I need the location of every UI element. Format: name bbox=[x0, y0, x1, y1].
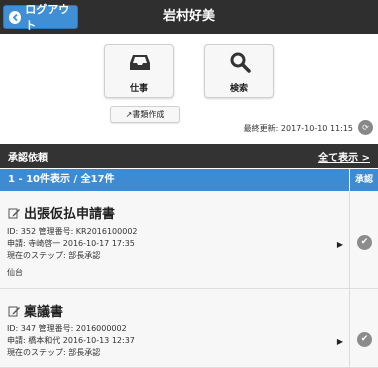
item-id: ID: 352 管理番号: KR2016100002 bbox=[7, 227, 138, 236]
item-step: 現在のステップ: 部長承認 bbox=[7, 348, 101, 357]
search-icon bbox=[230, 52, 251, 73]
edit-icon bbox=[8, 306, 20, 316]
item-id: ID: 347 管理番号: 2016000002 bbox=[7, 324, 127, 333]
approve-column-header: 承認 bbox=[349, 169, 378, 191]
item-title-text: 稟議書 bbox=[24, 305, 64, 320]
logout-icon bbox=[9, 10, 22, 24]
work-label: 仕事 bbox=[129, 84, 148, 94]
list-item[interactable]: 出張仮払申請書 ID: 352 管理番号: KR2016100002 申請: 寺… bbox=[0, 191, 349, 289]
item-title-text: 出張仮払申請書 bbox=[24, 207, 116, 222]
refresh-button[interactable]: ⟳ bbox=[358, 120, 373, 135]
chevron-right-icon: ▶ bbox=[336, 337, 343, 346]
approve-cell: ✔ bbox=[349, 289, 378, 368]
show-all-link[interactable]: 全て表示 > bbox=[318, 149, 370, 164]
create-document-button[interactable]: ↗書類作成 bbox=[110, 106, 180, 123]
item-count: 1 - 10件表示 / 全17件 bbox=[0, 169, 349, 191]
work-button[interactable]: 仕事 bbox=[104, 44, 174, 98]
section-title: 承認依頼 bbox=[8, 153, 48, 164]
chevron-right-icon: ▶ bbox=[336, 240, 343, 249]
item-note: 仙台 bbox=[7, 268, 23, 277]
approve-check-button[interactable]: ✔ bbox=[357, 235, 372, 250]
refresh-icon: ⟳ bbox=[362, 123, 369, 132]
item-step: 現在のステップ: 部長承認 bbox=[7, 251, 101, 260]
search-label: 検索 bbox=[229, 84, 248, 94]
logout-button[interactable]: ログアウト bbox=[3, 3, 78, 32]
create-document-label: 書類作成 bbox=[132, 110, 165, 119]
approve-check-button[interactable]: ✔ bbox=[357, 332, 372, 347]
item-title: 出張仮払申請書 bbox=[8, 203, 115, 222]
last-updated: 最終更新: 2017-10-10 11:15 bbox=[243, 124, 353, 133]
edit-icon bbox=[8, 208, 20, 218]
approve-cell: ✔ bbox=[349, 191, 378, 289]
search-button[interactable]: 検索 bbox=[204, 44, 274, 98]
logout-label: ログアウト bbox=[25, 3, 70, 32]
approval-section-header: 承認依頼 全て表示 > bbox=[0, 144, 378, 168]
item-applicant: 申請: 橋本和代 2016-10-13 12:37 bbox=[7, 336, 135, 345]
item-applicant: 申請: 寺崎啓一 2016-10-17 17:35 bbox=[7, 239, 135, 248]
menu-area: 仕事 検索 ↗書類作成 最終更新: 2017-10-10 11:15 ⟳ bbox=[0, 34, 378, 141]
inbox-icon bbox=[130, 55, 150, 70]
list-item[interactable]: 稟議書 ID: 347 管理番号: 2016000002 申請: 橋本和代 20… bbox=[0, 289, 349, 368]
item-title: 稟議書 bbox=[8, 301, 63, 320]
top-header: ログアウト 岩村好美 bbox=[0, 0, 378, 34]
